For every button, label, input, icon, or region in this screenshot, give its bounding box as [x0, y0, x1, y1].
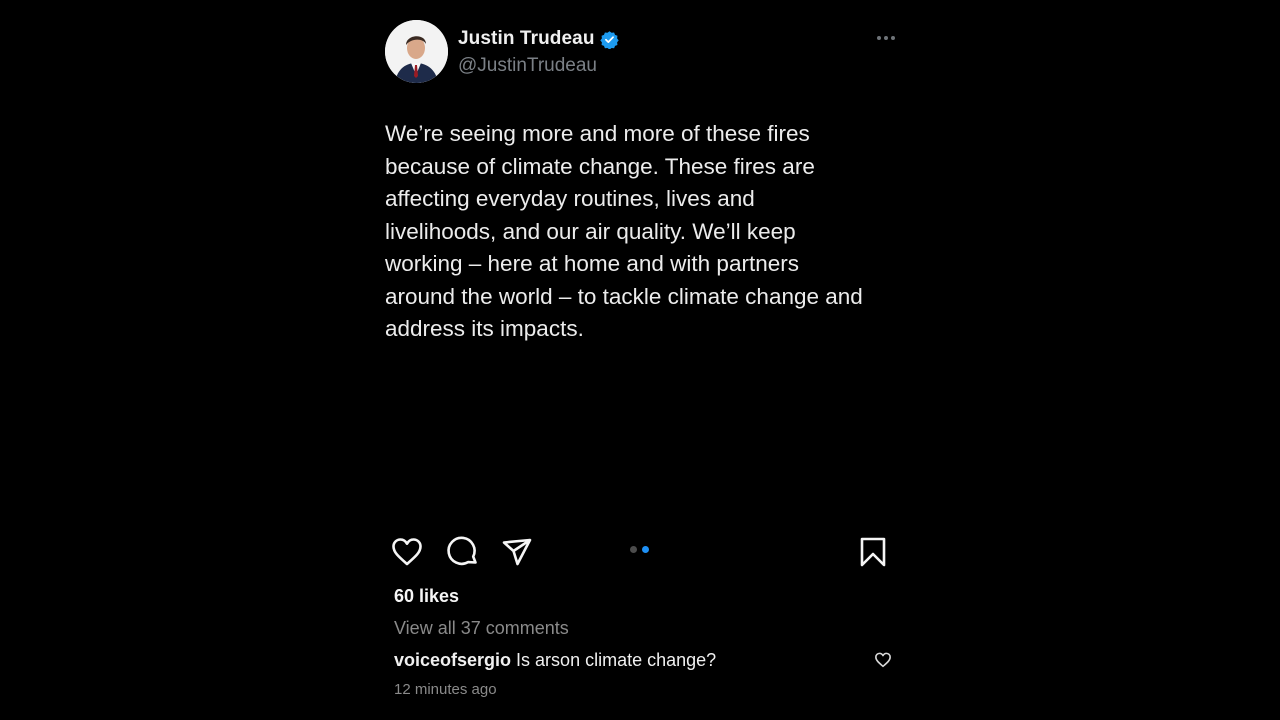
- author-name[interactable]: Justin Trudeau: [458, 28, 619, 50]
- verified-badge-icon: [599, 30, 619, 49]
- likes-count[interactable]: 60 likes: [394, 586, 459, 607]
- tweet-text: We’re seeing more and more of these fire…: [385, 121, 863, 341]
- comment-like-heart-icon[interactable]: [874, 651, 892, 669]
- comment-text: Is arson climate change?: [511, 650, 717, 670]
- avatar[interactable]: [385, 20, 448, 83]
- comment-username[interactable]: voiceofsergio: [394, 650, 511, 670]
- heart-icon[interactable]: [390, 535, 424, 569]
- share-icon[interactable]: [500, 535, 534, 569]
- comment-icon[interactable]: [446, 535, 480, 569]
- view-all-comments-link[interactable]: View all 37 comments: [394, 618, 569, 639]
- author-name-text: Justin Trudeau: [458, 28, 595, 49]
- comment-timestamp: 12 minutes ago: [394, 681, 497, 698]
- author-handle[interactable]: @JustinTrudeau: [458, 55, 597, 77]
- carousel-dot-active: [642, 546, 649, 553]
- avatar-portrait: [385, 20, 448, 83]
- carousel-indicator: [630, 546, 649, 553]
- screenshot-stage: Justin Trudeau @JustinTrudeau We’re seei…: [0, 0, 1280, 720]
- tweet-card: Justin Trudeau @JustinTrudeau We’re seei…: [385, 18, 905, 341]
- more-options-icon[interactable]: [877, 34, 899, 42]
- bookmark-icon[interactable]: [856, 535, 890, 569]
- comment-row: voiceofsergio Is arson climate change?: [394, 650, 894, 671]
- post-actions-bar: [390, 535, 890, 569]
- carousel-dot: [630, 546, 637, 553]
- tweet-header: Justin Trudeau @JustinTrudeau: [385, 18, 905, 84]
